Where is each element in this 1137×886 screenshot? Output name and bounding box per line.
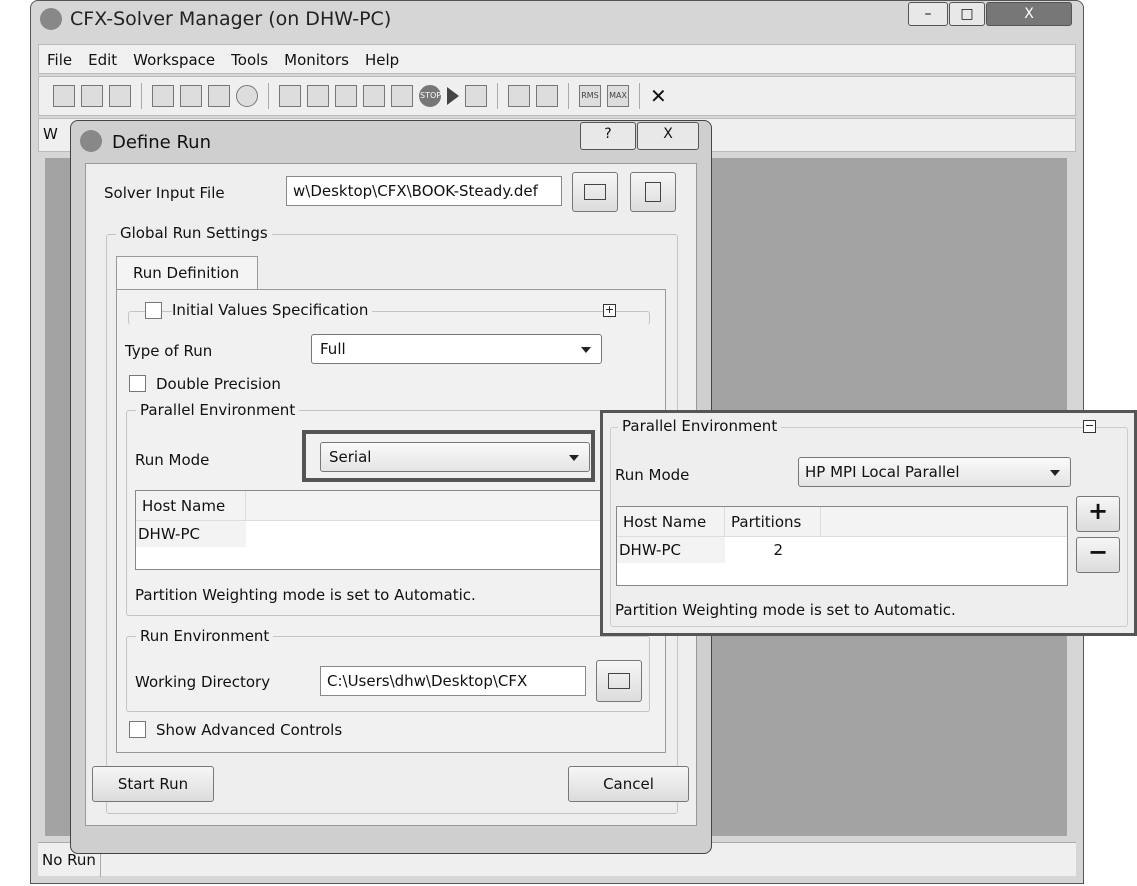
open-run-icon[interactable] (81, 85, 103, 107)
open-results-icon[interactable] (109, 85, 131, 107)
host-table: Host Name DHW-PC (135, 490, 615, 570)
app-icon (40, 8, 62, 30)
chevron-down-icon (581, 347, 591, 353)
partitions-cell[interactable]: 2 (725, 537, 785, 563)
advanced-controls-label: Show Advanced Controls (156, 721, 343, 739)
menu-bar: File Edit Workspace Tools Monitors Help (38, 44, 1076, 74)
new-icon[interactable] (53, 85, 75, 107)
advanced-controls-checkbox[interactable] (129, 721, 146, 738)
folder-icon (608, 673, 630, 689)
type-of-run-value: Full (320, 340, 346, 358)
menu-file[interactable]: File (39, 45, 80, 69)
overlay-host-table: Host Name Partitions DHW-PC 2 (616, 506, 1068, 586)
solver-input-field[interactable]: w\Desktop\CFX\BOOK-Steady.def (286, 176, 562, 206)
solver-input-label: Solver Input File (104, 184, 225, 202)
highlight-box (302, 430, 595, 482)
stop-icon[interactable]: STOP (419, 85, 441, 107)
edit-icon[interactable] (152, 85, 174, 107)
dialog-close-button[interactable]: X (637, 122, 699, 150)
run-mode-label: Run Mode (135, 451, 210, 469)
tab-run-definition[interactable]: Run Definition (116, 256, 258, 290)
double-precision-checkbox[interactable] (129, 375, 146, 392)
toolbar: STOP RMS MAX ✕ (38, 76, 1076, 116)
type-of-run-select[interactable]: Full (311, 334, 602, 364)
plot-icon[interactable] (508, 85, 530, 107)
text-output-icon[interactable] (335, 85, 357, 107)
start-run-button[interactable]: Start Run (92, 766, 214, 802)
cancel-button[interactable]: Cancel (568, 766, 689, 802)
host-name-header: Host Name (136, 491, 246, 521)
small-monitor-icon[interactable] (307, 85, 329, 107)
menu-help[interactable]: Help (357, 45, 407, 69)
run-environment-label: Run Environment (136, 627, 274, 645)
collapse-icon[interactable]: − (1083, 420, 1096, 433)
overlay-run-mode-label: Run Mode (615, 466, 690, 484)
host-name-cell: DHW-PC (617, 537, 725, 563)
refresh-icon (645, 182, 661, 202)
working-directory-field[interactable]: C:\Users\dhw\Desktop\CFX (320, 666, 586, 696)
close-button[interactable]: X (986, 2, 1072, 26)
layout-icon[interactable] (363, 85, 385, 107)
host-name-cell[interactable]: DHW-PC (136, 521, 246, 547)
minimize-button[interactable]: – (908, 2, 948, 26)
remove-host-button[interactable]: − (1076, 537, 1120, 573)
host-name-header: Host Name (617, 507, 725, 537)
overlay-title: Parallel Environment (618, 417, 782, 435)
rms-icon[interactable]: RMS (579, 85, 601, 107)
menu-monitors[interactable]: Monitors (276, 45, 357, 69)
edit-plot-icon[interactable] (536, 85, 558, 107)
overlay-weighting-text: Partition Weighting mode is set to Autom… (615, 601, 956, 619)
workspace-icon[interactable] (391, 85, 413, 107)
browse-directory-button[interactable] (596, 660, 642, 702)
chevron-down-icon (1050, 470, 1060, 476)
partitions-header: Partitions (725, 507, 821, 537)
menu-edit[interactable]: Edit (80, 45, 125, 69)
dialog-icon (80, 130, 102, 152)
maximize-button[interactable]: □ (949, 2, 985, 26)
toolbar2-label: W (43, 125, 58, 143)
menu-tools[interactable]: Tools (223, 45, 276, 69)
monitor-icon[interactable] (279, 85, 301, 107)
max-icon[interactable]: MAX (607, 85, 629, 107)
interpolate-icon[interactable] (208, 85, 230, 107)
close-icon[interactable]: ✕ (650, 84, 667, 108)
window-title: CFX-Solver Manager (on DHW-PC) (70, 8, 392, 30)
folder-icon (584, 184, 606, 200)
view-icon[interactable] (236, 85, 258, 107)
add-host-button[interactable]: + (1076, 496, 1120, 532)
parallel-environment-label: Parallel Environment (136, 401, 300, 419)
copy-icon[interactable] (180, 85, 202, 107)
global-run-settings-label: Global Run Settings (116, 224, 272, 242)
help-button[interactable]: ? (580, 122, 636, 150)
double-precision-label: Double Precision (156, 375, 281, 393)
working-directory-label: Working Directory (135, 673, 271, 691)
dialog-title: Define Run (112, 132, 211, 153)
table-row[interactable]: DHW-PC 2 (617, 537, 1067, 563)
browse-file-button[interactable] (572, 172, 618, 212)
initial-values-checkbox[interactable] (145, 302, 162, 319)
weighting-text: Partition Weighting mode is set to Autom… (135, 586, 476, 604)
initial-values-label: Initial Values Specification (172, 301, 373, 319)
play-icon[interactable] (447, 87, 459, 105)
type-of-run-label: Type of Run (125, 342, 213, 360)
reload-button[interactable] (630, 172, 676, 212)
overlay-run-mode-select[interactable]: HP MPI Local Parallel (798, 457, 1071, 487)
save-icon[interactable] (465, 85, 487, 107)
overlay-run-mode-value: HP MPI Local Parallel (805, 463, 960, 481)
expand-icon[interactable]: + (603, 304, 616, 317)
menu-workspace[interactable]: Workspace (125, 45, 223, 69)
